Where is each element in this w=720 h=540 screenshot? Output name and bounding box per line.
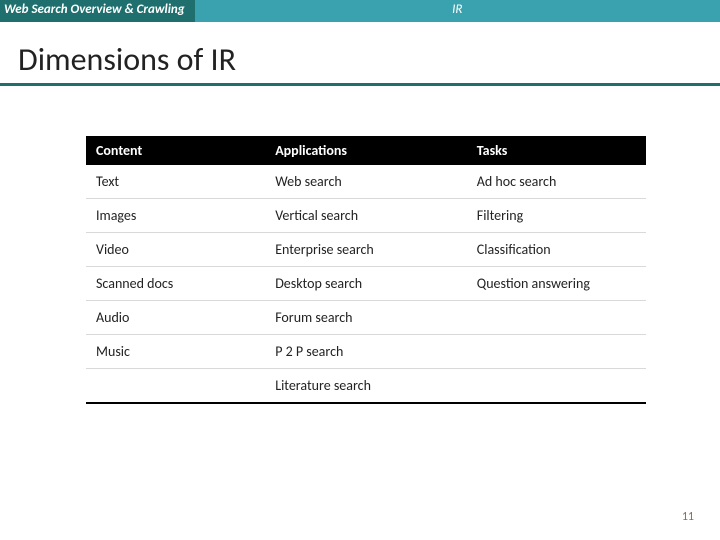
header-tasks: Tasks	[467, 136, 646, 165]
header-applications: Applications	[265, 136, 467, 165]
cell-content: Text	[86, 165, 265, 199]
cell-tasks: Question answering	[467, 267, 646, 301]
cell-tasks: Filtering	[467, 199, 646, 233]
cell-applications: Web search	[265, 165, 467, 199]
cell-tasks	[467, 369, 646, 404]
dimensions-table-wrap: Content Applications Tasks Text Web sear…	[86, 136, 646, 404]
table-header-row: Content Applications Tasks	[86, 136, 646, 165]
cell-applications: Literature search	[265, 369, 467, 404]
cell-applications: P 2 P search	[265, 335, 467, 369]
slide-title: Dimensions of IR	[18, 40, 720, 79]
table-row: Scanned docs Desktop search Question ans…	[86, 267, 646, 301]
table-row: Music P 2 P search	[86, 335, 646, 369]
cell-tasks: Classification	[467, 233, 646, 267]
cell-applications: Vertical search	[265, 199, 467, 233]
dimensions-table: Content Applications Tasks Text Web sear…	[86, 136, 646, 404]
topbar-right-title: IR	[195, 0, 720, 22]
cell-tasks	[467, 335, 646, 369]
table-row: Text Web search Ad hoc search	[86, 165, 646, 199]
table-row: Images Vertical search Filtering	[86, 199, 646, 233]
top-bar: Web Search Overview & Crawling IR	[0, 0, 720, 22]
cell-tasks	[467, 301, 646, 335]
cell-content	[86, 369, 265, 404]
table-row: Audio Forum search	[86, 301, 646, 335]
cell-applications: Forum search	[265, 301, 467, 335]
table-row: Literature search	[86, 369, 646, 404]
cell-content: Audio	[86, 301, 265, 335]
table-row: Video Enterprise search Classification	[86, 233, 646, 267]
cell-content: Music	[86, 335, 265, 369]
topbar-left-title: Web Search Overview & Crawling	[0, 0, 195, 22]
cell-content: Scanned docs	[86, 267, 265, 301]
cell-tasks: Ad hoc search	[467, 165, 646, 199]
title-underline	[0, 83, 720, 86]
cell-applications: Enterprise search	[265, 233, 467, 267]
cell-content: Video	[86, 233, 265, 267]
cell-applications: Desktop search	[265, 267, 467, 301]
cell-content: Images	[86, 199, 265, 233]
page-number: 11	[682, 510, 694, 524]
header-content: Content	[86, 136, 265, 165]
